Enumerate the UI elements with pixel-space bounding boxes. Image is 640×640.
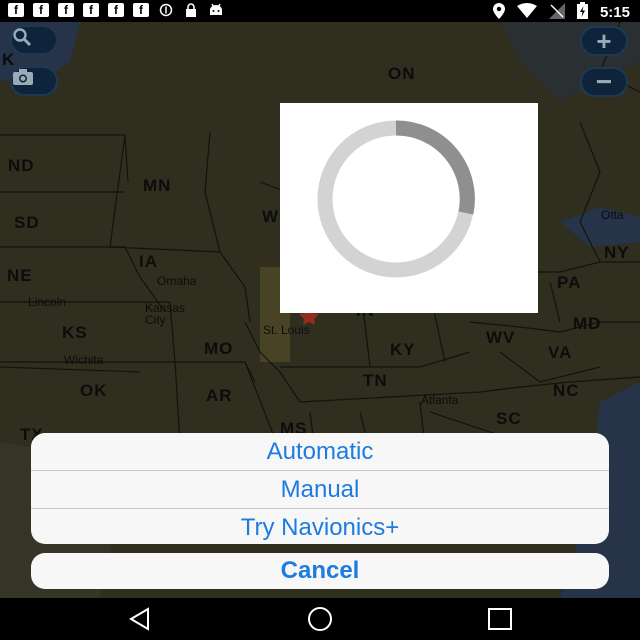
option-manual[interactable]: Manual: [31, 471, 609, 509]
status-time: 5:15: [599, 3, 630, 21]
loading-spinner-icon: [317, 120, 475, 278]
recents-icon: [488, 608, 512, 630]
cancel-button[interactable]: Cancel: [31, 553, 609, 589]
option-automatic[interactable]: Automatic: [31, 433, 609, 471]
facebook-notification-icon: f: [58, 3, 74, 17]
facebook-notification-icon: f: [33, 3, 49, 17]
back-button[interactable]: [126, 606, 154, 632]
battery-charging-icon: [576, 2, 588, 22]
recents-button[interactable]: [486, 606, 514, 632]
home-button[interactable]: [306, 606, 334, 632]
wifi-icon: [516, 3, 537, 21]
navigation-bar: [0, 598, 640, 640]
option-try-navionics-plus[interactable]: Try Navionics+: [31, 509, 609, 544]
vpn-key-icon: [158, 3, 174, 17]
no-signal-icon: [548, 2, 565, 22]
facebook-notification-icon: f: [133, 3, 149, 17]
action-sheet: Automatic Manual Try Navionics+: [31, 433, 609, 544]
android-icon: [208, 3, 224, 17]
facebook-notification-icon: f: [108, 3, 124, 17]
location-pin-icon: [492, 2, 505, 22]
back-icon: [129, 607, 149, 631]
status-bar: f f f f f f 5:15: [0, 0, 640, 22]
loading-dialog: [280, 103, 538, 313]
lock-icon: [183, 3, 199, 17]
home-icon: [308, 607, 332, 631]
facebook-notification-icon: f: [83, 3, 99, 17]
facebook-notification-icon: f: [8, 3, 24, 17]
